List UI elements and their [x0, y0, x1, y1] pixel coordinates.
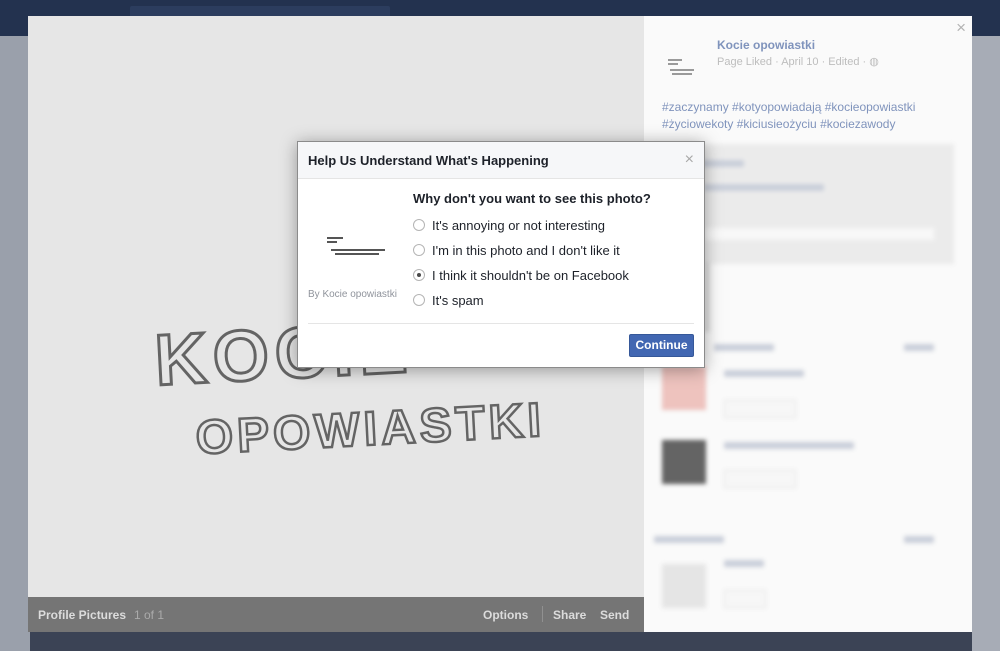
reason-label[interactable]: It's spam — [432, 293, 484, 308]
radio-button[interactable] — [413, 219, 425, 231]
background-left-column — [0, 36, 30, 651]
photo-thumbnail — [327, 237, 385, 255]
reason-label[interactable]: I think it shouldn't be on Facebook — [432, 268, 629, 283]
dialog-question: Why don't you want to see this photo? — [413, 191, 651, 206]
dialog-divider — [308, 323, 694, 324]
radio-button-selected[interactable] — [413, 269, 425, 281]
dialog-header: Help Us Understand What's Happening × — [298, 142, 704, 179]
background-right-column — [972, 36, 1000, 651]
dialog-title: Help Us Understand What's Happening — [308, 153, 549, 168]
close-icon[interactable]: × — [685, 151, 694, 169]
feedback-dialog: Help Us Understand What's Happening × By… — [297, 141, 705, 368]
photo-author: By Kocie opowiastki — [308, 289, 397, 300]
radio-button[interactable] — [413, 244, 425, 256]
continue-button[interactable]: Continue — [629, 334, 694, 357]
reason-label[interactable]: I'm in this photo and I don't like it — [432, 243, 620, 258]
reason-label[interactable]: It's annoying or not interesting — [432, 218, 605, 233]
radio-button[interactable] — [413, 294, 425, 306]
